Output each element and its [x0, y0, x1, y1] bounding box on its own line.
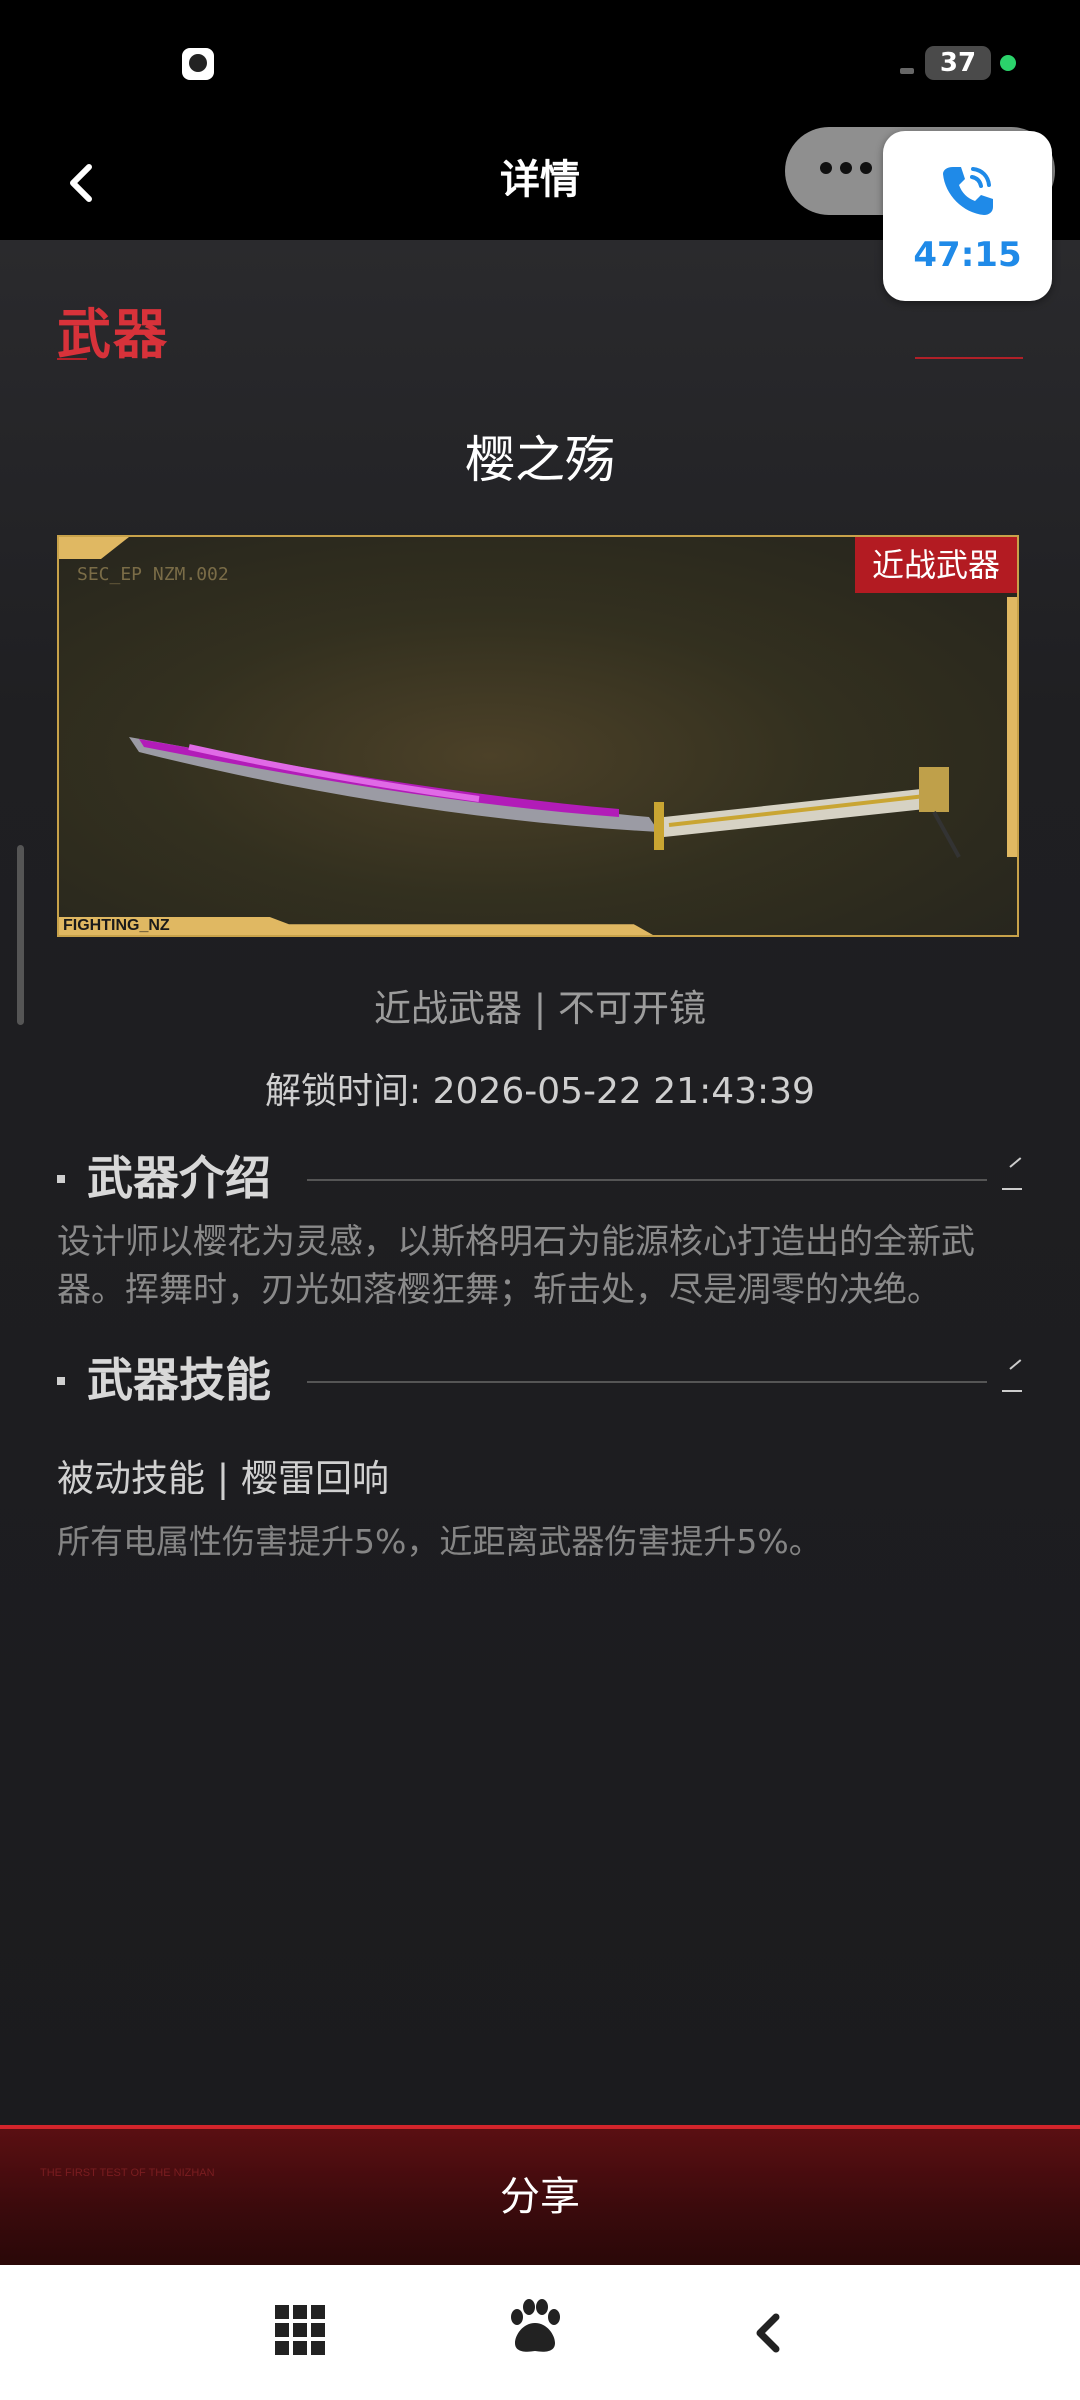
corner-mark-icon — [1002, 1168, 1022, 1190]
divider — [307, 1179, 987, 1181]
battery-indicator: 37 — [925, 46, 991, 80]
unlock-time: 解锁时间: 2026-05-22 21:43:39 — [265, 1071, 815, 1112]
intro-header: 武器介绍 — [57, 1148, 1022, 1208]
status-bar: 37 — [0, 0, 1080, 125]
corner-mark-icon — [1002, 1370, 1022, 1392]
intro-title: 武器介绍 — [87, 1151, 271, 1205]
intro-text: 设计师以樱花为灵感，以斯格明石为能源核心打造出的全新武器。挥舞时，刃光如落樱狂舞… — [57, 1222, 975, 1310]
skill-name: 被动技能 | 樱雷回响 — [57, 1457, 389, 1500]
home-paw-icon[interactable] — [505, 2297, 565, 2359]
banner-edge-decoration — [1007, 597, 1017, 857]
recent-apps-button[interactable] — [275, 2305, 331, 2361]
weapon-name: 樱之殇 — [465, 431, 615, 489]
banner-footer-text: FIGHTING_NZ — [63, 917, 170, 934]
weapon-image: SEC_EP NZM.002 FIGHTING_NZ 近战武器 — [57, 535, 1019, 937]
share-button[interactable]: THE FIRST TEST OF THE NIZHAN 分享 — [0, 2125, 1080, 2265]
banner-corner-decoration — [59, 537, 129, 559]
phone-icon — [943, 167, 993, 215]
weapon-category-badge: 近战武器 — [855, 537, 1017, 593]
skills-header: 武器技能 — [57, 1350, 1022, 1410]
skills-title: 武器技能 — [87, 1353, 271, 1407]
skill-description: 所有电属性伤害提升5%，近距离武器伤害提升5%。 — [57, 1522, 822, 1561]
banner-bottom-decoration — [59, 917, 653, 935]
katana-illustration — [129, 737, 961, 858]
call-widget[interactable]: 47:15 — [883, 131, 1052, 301]
share-label: 分享 — [500, 2174, 580, 2220]
more-icon[interactable] — [820, 159, 880, 178]
divider — [307, 1381, 987, 1383]
weapon-type: 近战武器 | 不可开镜 — [374, 987, 706, 1030]
bullet-icon — [57, 1377, 65, 1385]
decorative-line — [915, 357, 1023, 359]
call-duration: 47:15 — [913, 235, 1022, 275]
bullet-icon — [57, 1175, 65, 1183]
system-nav-bar — [0, 2265, 1080, 2400]
app-notification-icon — [182, 48, 214, 80]
section-underline — [57, 358, 87, 360]
banner-code: SEC_EP NZM.002 — [77, 564, 229, 585]
privacy-dot-icon — [1000, 55, 1016, 71]
back-icon[interactable] — [740, 2305, 796, 2361]
signal-icon — [900, 68, 914, 74]
